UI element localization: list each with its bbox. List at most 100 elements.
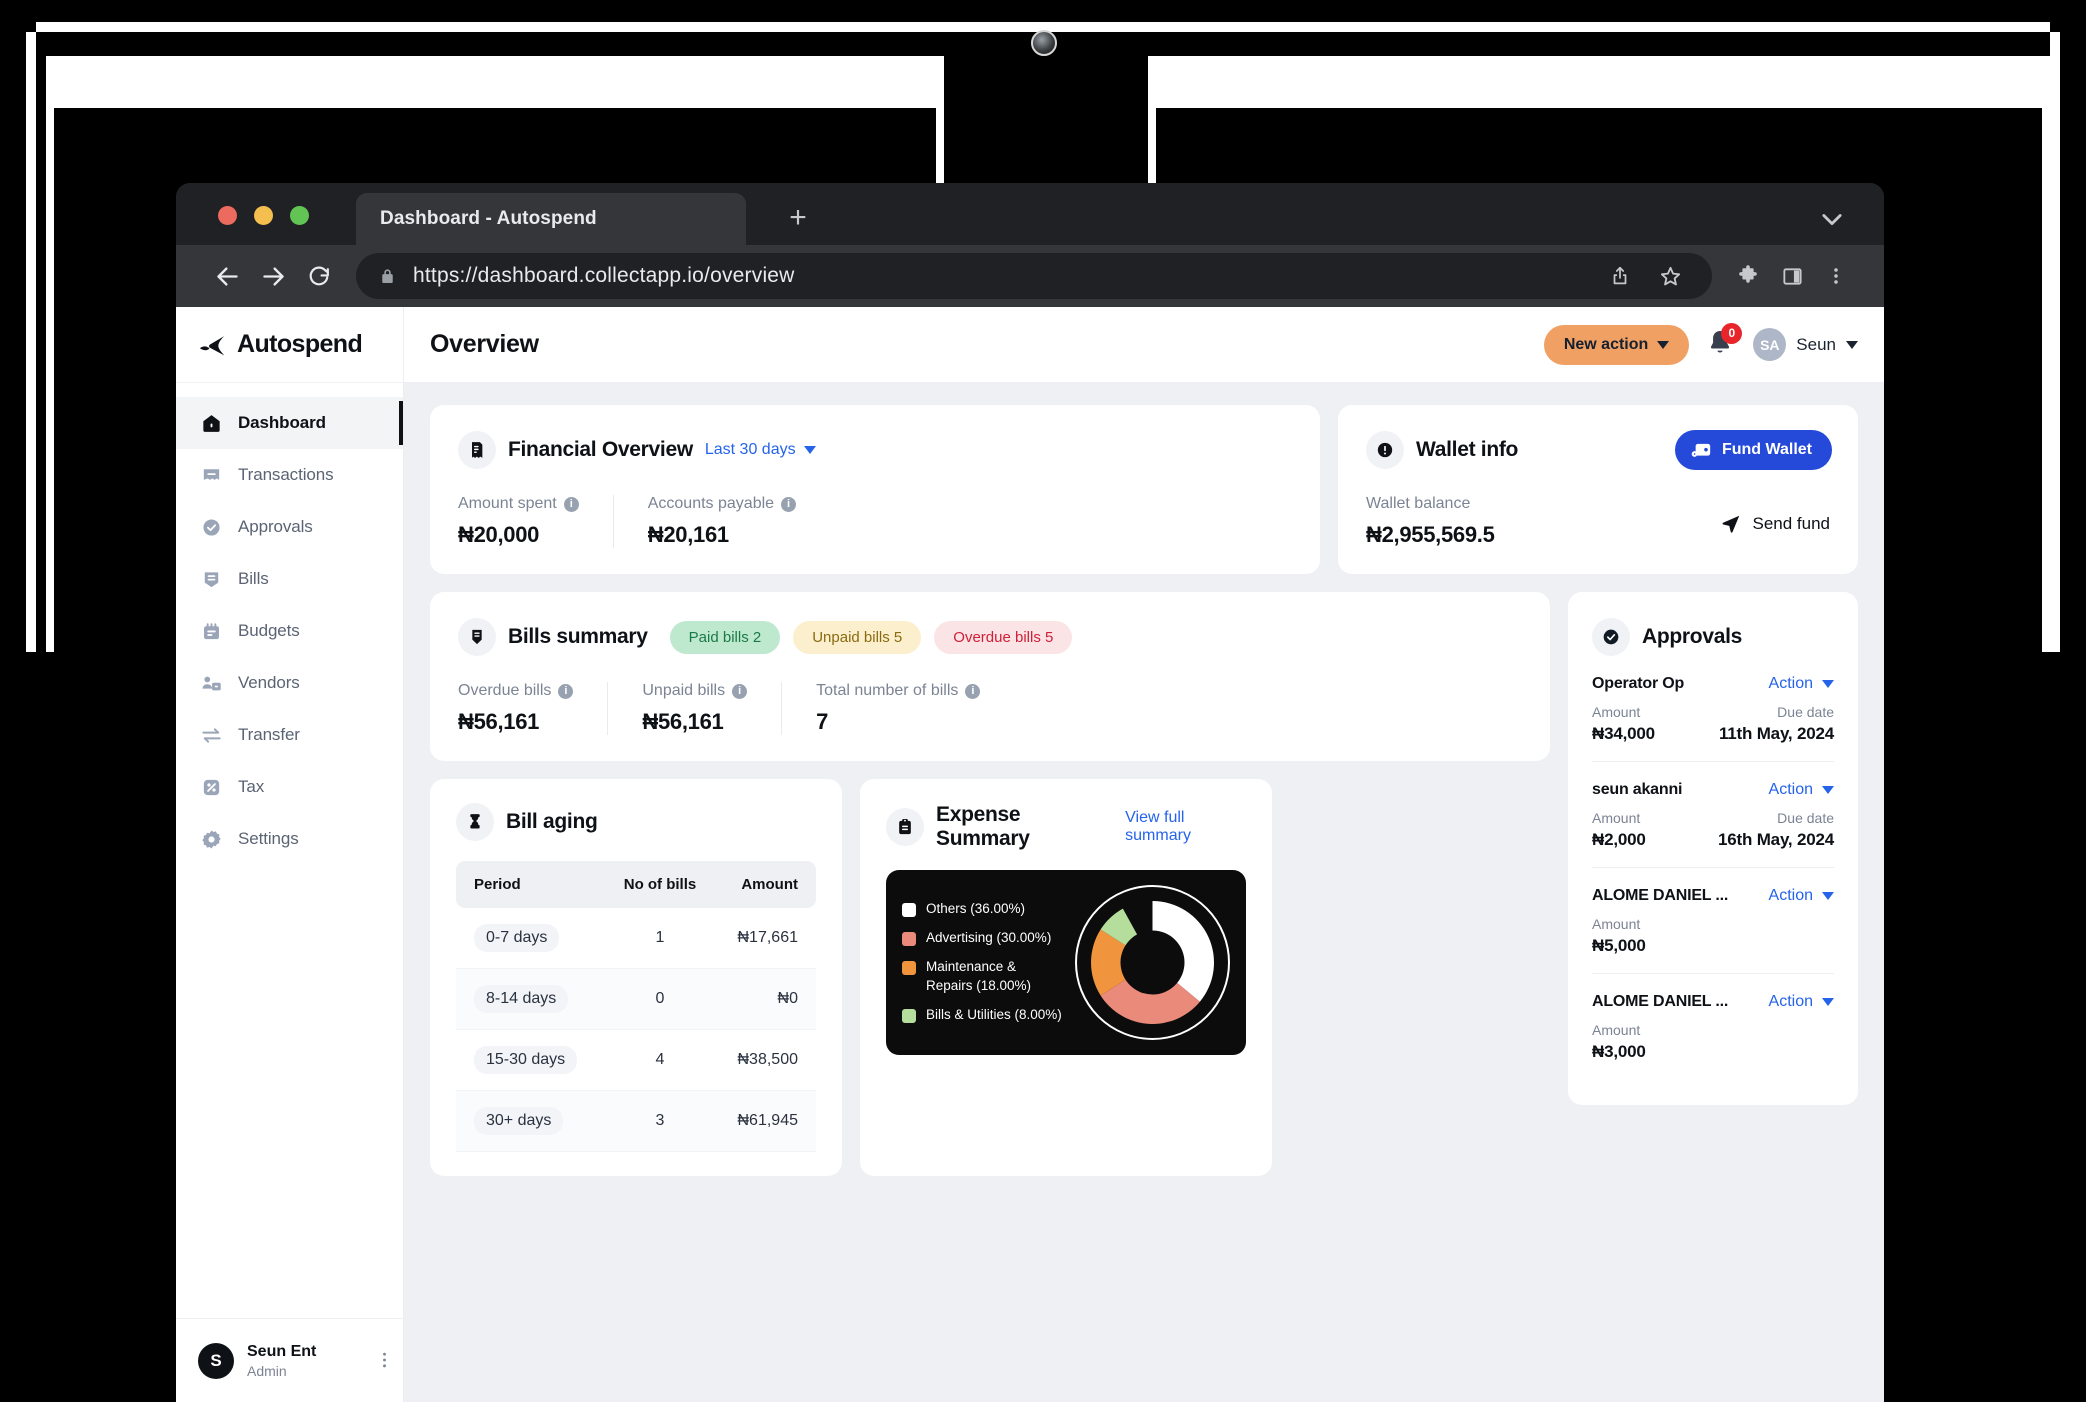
metric-value: ₦20,000 [458,522,540,547]
brand-logo[interactable]: Autospend [176,307,403,383]
metric-value: ₦56,161 [458,709,540,734]
notifications-button[interactable]: 0 [1706,322,1743,362]
main-column: Overview New action 0 SA Seun Financial … [404,307,1884,1402]
approval-name: Operator Op [1592,675,1685,692]
period-selector[interactable]: Last 30 days [705,441,816,459]
status-badge-overdue[interactable]: Overdue bills 5 [934,620,1073,654]
kebab-menu-icon[interactable] [382,1350,387,1371]
card-title: Expense Summary [936,803,1030,850]
approval-action-dropdown[interactable]: Action [1769,781,1834,799]
user-menu[interactable]: SA Seun [1753,328,1858,361]
sidebar-item-transactions[interactable]: Transactions [176,449,403,501]
expense-summary-card: Expense Summary View full summary Others… [860,779,1272,1176]
cell-count: 0 [655,990,665,1007]
metric-amount-spent: Amount spent i ₦20,000 [458,495,613,548]
sidebar-item-tax[interactable]: Tax [176,761,403,813]
sidebar-item-approvals[interactable]: Approvals [176,501,403,553]
amount-label: Amount [1592,704,1641,720]
approval-amount-block: Amount ₦34,000 [1592,704,1655,744]
avatar: SA [1753,328,1787,361]
info-icon[interactable]: i [563,496,579,512]
period-label: Last 30 days [704,441,796,458]
browser-tab[interactable]: Dashboard - Autospend [356,193,746,245]
back-arrow-icon[interactable] [204,253,250,299]
sidebar-item-transfer[interactable]: Transfer [176,709,403,761]
forward-arrow-icon[interactable] [250,253,296,299]
legend-label: Advertising (30.00%) [926,930,1052,946]
clipboard-icon [886,808,924,846]
card-title: Bill aging [506,810,598,833]
fund-wallet-button[interactable]: Fund Wallet [1674,430,1832,470]
check-circle-icon [1592,618,1630,656]
toolbar-actions [1728,256,1856,296]
column-header-amount: Amount [714,861,816,908]
puzzle-icon[interactable] [1728,256,1768,296]
send-fund-button[interactable]: Send fund [1720,513,1830,535]
legend-swatch [902,961,916,976]
new-tab-button[interactable]: + [781,203,815,237]
reload-icon[interactable] [296,253,342,299]
approval-details: Amount ₦34,000 Due date 11th May, 2024 [1592,704,1834,744]
chevron-down-icon [1822,680,1834,688]
star-icon[interactable] [1650,256,1690,296]
percent-icon [200,776,223,799]
sidebar-org-profile[interactable]: S Seun Ent Admin [176,1318,403,1402]
hourglass-icon [456,803,494,841]
address-bar-url: https://dashboard.collectapp.io/overview [413,264,795,287]
bills-icon [200,568,223,591]
table-row[interactable]: 0-7 days 1 ₦17,661 [456,908,816,969]
send-icon [1720,513,1742,535]
card-title: Financial Overview [508,438,693,461]
info-icon[interactable]: i [965,683,981,699]
table-row[interactable]: 8-14 days 0 ₦0 [456,968,816,1030]
approval-details: Amount ₦2,000 Due date 16th May, 2024 [1592,810,1834,850]
metric-label-text: Total number of bills [816,682,959,699]
approval-action-dropdown[interactable]: Action [1769,675,1834,693]
browser-window: Dashboard - Autospend + https://dashboar… [176,183,1884,1402]
bills-icon [458,618,496,656]
info-icon[interactable]: i [558,683,574,699]
frame-inner-left [46,108,54,652]
close-window-button[interactable] [218,206,237,225]
new-action-label: New action [1563,335,1649,353]
address-bar[interactable]: https://dashboard.collectapp.io/overview [356,253,1712,299]
info-icon[interactable]: i [781,496,797,512]
transactions-icon [200,464,223,487]
legend-label: Maintenance & Repairs (18.00%) [926,959,1032,993]
share-icon[interactable] [1600,256,1640,296]
org-name: Seun Ent [247,1342,317,1360]
view-full-summary-link[interactable]: View full summary [1125,809,1246,845]
approval-header: Operator Op Action [1592,675,1834,693]
side-panel-icon[interactable] [1772,256,1812,296]
sidebar-item-dashboard[interactable]: Dashboard [176,397,403,449]
table-row[interactable]: 30+ days 3 ₦61,945 [456,1090,816,1152]
left-column: Bills summary Paid bills 2 Unpaid bills … [430,592,1550,1176]
sidebar-item-label: Settings [238,829,299,848]
chevron-down-icon[interactable] [1818,205,1846,233]
card-title: Approvals [1642,625,1742,648]
cell-amount: ₦61,945 [737,1112,799,1129]
three-dot-menu-icon[interactable] [1816,256,1856,296]
table-row[interactable]: 15-30 days 4 ₦38,500 [456,1030,816,1091]
user-name: Seun [1796,334,1836,354]
card-title: Bills summary [508,625,648,648]
approval-action-dropdown[interactable]: Action [1769,993,1834,1011]
approval-action-dropdown[interactable]: Action [1769,887,1834,905]
table-head: Period No of bills Amount [456,861,816,908]
maximize-window-button[interactable] [290,206,309,225]
sidebar-item-vendors[interactable]: Vendors [176,657,403,709]
info-icon[interactable]: i [732,683,748,699]
status-badge-paid[interactable]: Paid bills 2 [669,620,781,654]
new-action-button[interactable]: New action [1543,324,1690,365]
bill-aging-card: Bill aging Period No of bills Amount 0-7… [430,779,842,1176]
financial-overview-card: Financial Overview Last 30 days Amount s… [430,405,1320,574]
sidebar-item-budgets[interactable]: Budgets [176,605,403,657]
status-badge-unpaid[interactable]: Unpaid bills 5 [793,620,922,654]
sidebar-item-settings[interactable]: Settings [176,813,403,865]
approval-amount-block: Amount ₦3,000 [1592,1022,1646,1062]
sidebar-item-bills[interactable]: Bills [176,553,403,605]
sidebar-item-label: Transactions [238,465,334,484]
minimize-window-button[interactable] [254,206,273,225]
org-role: Admin [247,1362,287,1379]
approval-due-block: Due date 11th May, 2024 [1719,704,1834,744]
